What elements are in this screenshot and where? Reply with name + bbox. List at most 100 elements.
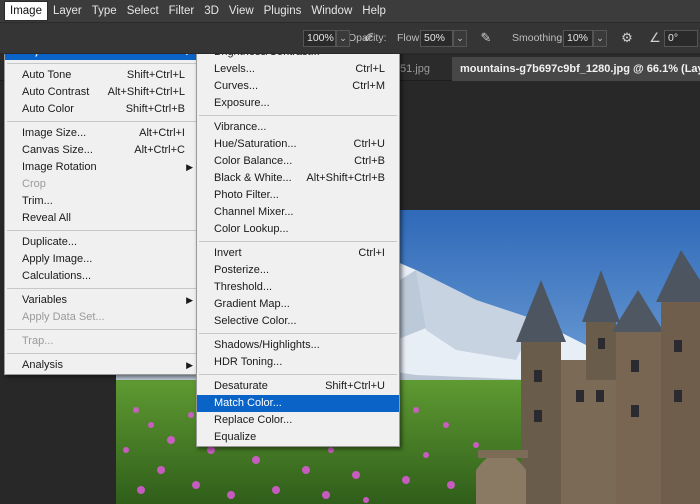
menu-item-shortcut: Ctrl+B — [354, 155, 385, 167]
smoothing-input[interactable]: 10% — [563, 30, 593, 47]
menu-item-label: HDR Toning... — [214, 356, 283, 368]
adjustments-item-posterize[interactable]: Posterize... — [197, 262, 399, 279]
adjustments-item-channel-mixer[interactable]: Channel Mixer... — [197, 204, 399, 221]
tab-document-active[interactable]: mountains-g7b697c9bf_1280.jpg @ 66.1% (L… — [452, 57, 700, 81]
adjustments-item-color-balance[interactable]: Color Balance... Ctrl+B — [197, 153, 399, 170]
menu-item-shortcut: Shift+Ctrl+L — [126, 69, 185, 81]
menu-item-shortcut: Alt+Ctrl+C — [134, 144, 185, 156]
flow-label: Flow: — [397, 32, 423, 44]
menu-item-label: Black & White... — [214, 172, 292, 184]
menu-item-label: Variables — [22, 294, 68, 306]
menu-help[interactable]: Help — [357, 1, 391, 21]
airbrush-icon[interactable]: ✎ — [477, 29, 495, 47]
opacity-input[interactable]: 100% — [303, 30, 336, 47]
menu-item-label: Equalize — [214, 431, 257, 443]
menu-item-analysis[interactable]: Analysis ▶ — [5, 357, 199, 374]
menu-item-label: Exposure... — [214, 97, 270, 109]
menu-item-auto-color[interactable]: Auto Color Shift+Ctrl+B — [5, 101, 199, 118]
menu-item-reveal-all[interactable]: Reveal All — [5, 210, 199, 227]
menu-item-canvas-size[interactable]: Canvas Size... Alt+Ctrl+C — [5, 142, 199, 159]
menu-item-label: Invert — [214, 247, 242, 259]
adjustments-item-black-white[interactable]: Black & White... Alt+Shift+Ctrl+B — [197, 170, 399, 187]
menu-plugins[interactable]: Plugins — [259, 1, 307, 21]
adjustments-item-equalize[interactable]: Equalize — [197, 429, 399, 446]
menu-item-shortcut: Alt+Shift+Ctrl+B — [306, 172, 385, 184]
menu-item-apply-image[interactable]: Apply Image... — [5, 251, 199, 268]
menu-item-label: Image Size... — [22, 127, 87, 139]
menu-item-label: Levels... — [214, 63, 255, 75]
adjustments-item-match-color[interactable]: Match Color... — [197, 395, 399, 412]
adjustments-item-threshold[interactable]: Threshold... — [197, 279, 399, 296]
menu-item-label: Shadows/Highlights... — [214, 339, 320, 351]
menu-layer[interactable]: Layer — [48, 1, 87, 21]
menu-item-label: Apply Data Set... — [22, 311, 105, 323]
menu-item-image-rotation[interactable]: Image Rotation ▶ — [5, 159, 199, 176]
menu-item-label: Hue/Saturation... — [214, 138, 297, 150]
menu-bar: Image Layer Type Select Filter 3D View Plugins W… — [0, 0, 700, 22]
adjustments-item-selective-color[interactable]: Selective Color... — [197, 313, 399, 330]
smoothing-dropdown[interactable]: ⌄ — [593, 30, 607, 47]
menu-item-crop: Crop — [5, 176, 199, 193]
flow-dropdown[interactable]: ⌄ — [453, 30, 467, 47]
adjustments-item-curves[interactable]: Curves... Ctrl+M — [197, 78, 399, 95]
menu-select[interactable]: Select — [122, 1, 164, 21]
menu-item-shortcut: Ctrl+U — [353, 138, 385, 150]
menu-item-label: Image Rotation — [22, 161, 97, 173]
menu-item-label: Gradient Map... — [214, 298, 290, 310]
menu-separator — [199, 241, 397, 242]
adjustments-item-invert[interactable]: Invert Ctrl+I — [197, 245, 399, 262]
menu-item-label: Auto Contrast — [22, 86, 90, 98]
menu-separator — [7, 121, 197, 122]
menu-item-label: Apply Image... — [22, 253, 93, 265]
submenu-arrow-icon: ▶ — [186, 295, 193, 305]
menu-item-label: Match Color... — [214, 397, 282, 409]
adjustments-item-replace-color[interactable]: Replace Color... — [197, 412, 399, 429]
adjustments-item-hdr-toning[interactable]: HDR Toning... — [197, 354, 399, 371]
menu-type[interactable]: Type — [87, 1, 122, 21]
menu-item-label: Vibrance... — [214, 121, 267, 133]
menu-separator — [199, 115, 397, 116]
menu-3d[interactable]: 3D — [199, 1, 224, 21]
menu-item-label: Color Balance... — [214, 155, 293, 167]
adjustments-item-vibrance[interactable]: Vibrance... — [197, 119, 399, 136]
menu-item-duplicate[interactable]: Duplicate... — [5, 234, 199, 251]
adjustments-item-exposure[interactable]: Exposure... — [197, 95, 399, 112]
adjustments-item-gradient-map[interactable]: Gradient Map... — [197, 296, 399, 313]
menu-item-calculations[interactable]: Calculations... — [5, 268, 199, 285]
menu-item-auto-tone[interactable]: Auto Tone Shift+Ctrl+L — [5, 67, 199, 84]
menu-item-label: Replace Color... — [214, 414, 293, 426]
menu-item-label: Auto Color — [22, 103, 74, 115]
menu-item-label: Curves... — [214, 80, 259, 92]
menu-item-label: Trap... — [22, 335, 54, 347]
adjustments-item-photo-filter[interactable]: Photo Filter... — [197, 187, 399, 204]
menu-item-label: Trim... — [22, 195, 53, 207]
adjustments-item-hue-saturation[interactable]: Hue/Saturation... Ctrl+U — [197, 136, 399, 153]
menu-image[interactable]: Image — [4, 1, 48, 21]
menu-item-label: Selective Color... — [214, 315, 297, 327]
menu-item-shortcut: Ctrl+M — [352, 80, 385, 92]
menu-filter[interactable]: Filter — [164, 1, 200, 21]
airbrush-pressure-icon[interactable]: ✐ — [360, 29, 378, 47]
menu-item-shortcut: Ctrl+L — [355, 63, 385, 75]
adjustments-item-desaturate[interactable]: Desaturate Shift+Ctrl+U — [197, 378, 399, 395]
menu-separator — [7, 63, 197, 64]
menu-item-variables[interactable]: Variables ▶ — [5, 292, 199, 309]
menu-window[interactable]: Window — [306, 1, 357, 21]
opacity-dropdown[interactable]: ⌄ — [336, 30, 350, 47]
gear-icon[interactable]: ⚙ — [618, 29, 636, 47]
adjustments-item-levels[interactable]: Levels... Ctrl+L — [197, 61, 399, 78]
image-menu: Mode▶Adjustments▶Auto ToneShift+Ctrl+LAu… — [4, 18, 200, 375]
adjustments-item-color-lookup[interactable]: Color Lookup... — [197, 221, 399, 238]
adjustments-item-shadows-highlights[interactable]: Shadows/Highlights... — [197, 337, 399, 354]
menu-item-shortcut: Alt+Shift+Ctrl+L — [107, 86, 185, 98]
flow-input[interactable]: 50% — [420, 30, 453, 47]
menu-separator — [7, 329, 197, 330]
menu-item-image-size[interactable]: Image Size... Alt+Ctrl+I — [5, 125, 199, 142]
menu-item-trim[interactable]: Trim... — [5, 193, 199, 210]
smoothing-label: Smoothing: — [512, 32, 566, 44]
menu-item-label: Threshold... — [214, 281, 273, 293]
menu-view[interactable]: View — [224, 1, 259, 21]
angle-input[interactable]: 0° — [664, 30, 698, 47]
menu-item-auto-contrast[interactable]: Auto Contrast Alt+Shift+Ctrl+L — [5, 84, 199, 101]
menu-item-label: Analysis — [22, 359, 63, 371]
